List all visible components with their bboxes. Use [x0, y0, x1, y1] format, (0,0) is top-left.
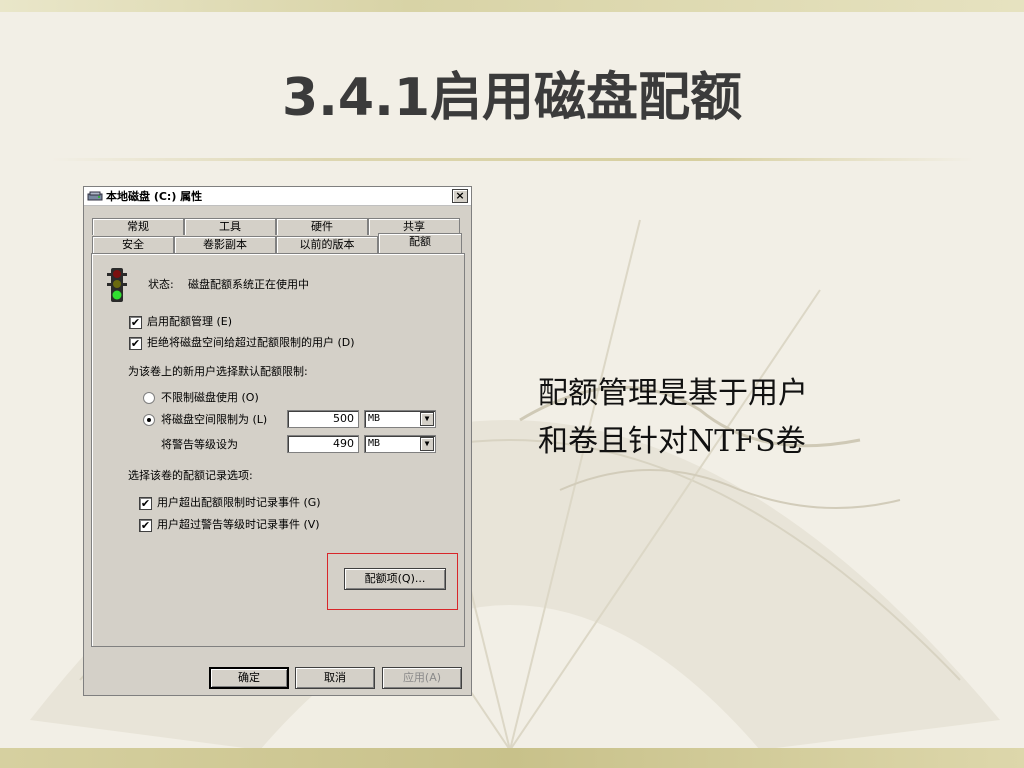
slide-title: 3.4.1启用磁盘配额 — [281, 68, 743, 128]
close-button[interactable]: × — [452, 189, 468, 203]
deny-space-checkbox[interactable]: ✔ — [129, 337, 142, 350]
traffic-light-icon — [107, 268, 127, 302]
cancel-button[interactable]: 取消 — [295, 667, 375, 689]
status-label: 状态: — [148, 278, 174, 291]
chevron-down-icon: ▼ — [420, 437, 434, 451]
bottom-band — [0, 748, 1024, 768]
warning-level-input[interactable]: 490 — [287, 435, 359, 453]
enable-quota-label: 启用配额管理 (E) — [147, 315, 233, 328]
log-warning-label: 用户超过警告等级时记录事件 (V) — [157, 518, 320, 531]
no-limit-label: 不限制磁盘使用 (O) — [161, 391, 259, 404]
limit-space-radio[interactable] — [143, 414, 155, 426]
title-divider — [50, 158, 974, 161]
tab-previous-versions[interactable]: 以前的版本 — [276, 236, 378, 253]
tab-hardware[interactable]: 硬件 — [276, 218, 368, 235]
drive-icon — [87, 191, 103, 201]
limit-unit-select[interactable]: MB ▼ — [364, 410, 436, 428]
ok-button[interactable]: 确定 — [209, 667, 289, 689]
log-options-heading: 选择该卷的配额记录选项: — [128, 469, 253, 482]
chevron-down-icon: ▼ — [420, 412, 434, 426]
tab-security[interactable]: 安全 — [92, 236, 174, 253]
dialog-titlebar: 本地磁盘 (C:) 属性 × — [84, 187, 471, 206]
tab-quota[interactable]: 配额 — [378, 233, 462, 253]
top-band — [0, 0, 1024, 12]
limit-unit-value: MB — [368, 413, 381, 424]
log-limit-checkbox[interactable]: ✔ — [139, 497, 152, 510]
tab-general[interactable]: 常规 — [92, 218, 184, 235]
log-warning-checkbox[interactable]: ✔ — [139, 519, 152, 532]
tab-tools[interactable]: 工具 — [184, 218, 276, 235]
disk-properties-dialog: 本地磁盘 (C:) 属性 × 常规 工具 硬件 共享 安全 卷影副本 以前的版本… — [83, 186, 472, 696]
tab-shadow-copies[interactable]: 卷影副本 — [174, 236, 276, 253]
status-value: 磁盘配额系统正在使用中 — [188, 278, 309, 291]
limit-space-label: 将磁盘空间限制为 (L) — [161, 413, 268, 426]
warning-level-label: 将警告等级设为 — [161, 438, 238, 451]
deny-space-label: 拒绝将磁盘空间给超过配额限制的用户 (D) — [147, 336, 355, 349]
apply-button[interactable]: 应用(A) — [382, 667, 462, 689]
no-limit-radio[interactable] — [143, 392, 155, 404]
enable-quota-checkbox[interactable]: ✔ — [129, 316, 142, 329]
dialog-title: 本地磁盘 (C:) 属性 — [106, 190, 203, 203]
default-limit-heading: 为该卷上的新用户选择默认配额限制: — [128, 365, 308, 378]
side-text-line-1: 配额管理是基于用户 — [538, 376, 808, 411]
log-limit-label: 用户超出配额限制时记录事件 (G) — [157, 496, 321, 509]
warning-unit-select[interactable]: MB ▼ — [364, 435, 436, 453]
warning-unit-value: MB — [368, 438, 381, 449]
limit-space-input[interactable]: 500 — [287, 410, 359, 428]
side-text-line-2: 和卷且针对NTFS卷 — [538, 424, 806, 459]
highlight-rectangle — [327, 553, 458, 610]
side-text: 配额管理是基于用户 和卷且针对NTFS卷 — [538, 370, 908, 466]
